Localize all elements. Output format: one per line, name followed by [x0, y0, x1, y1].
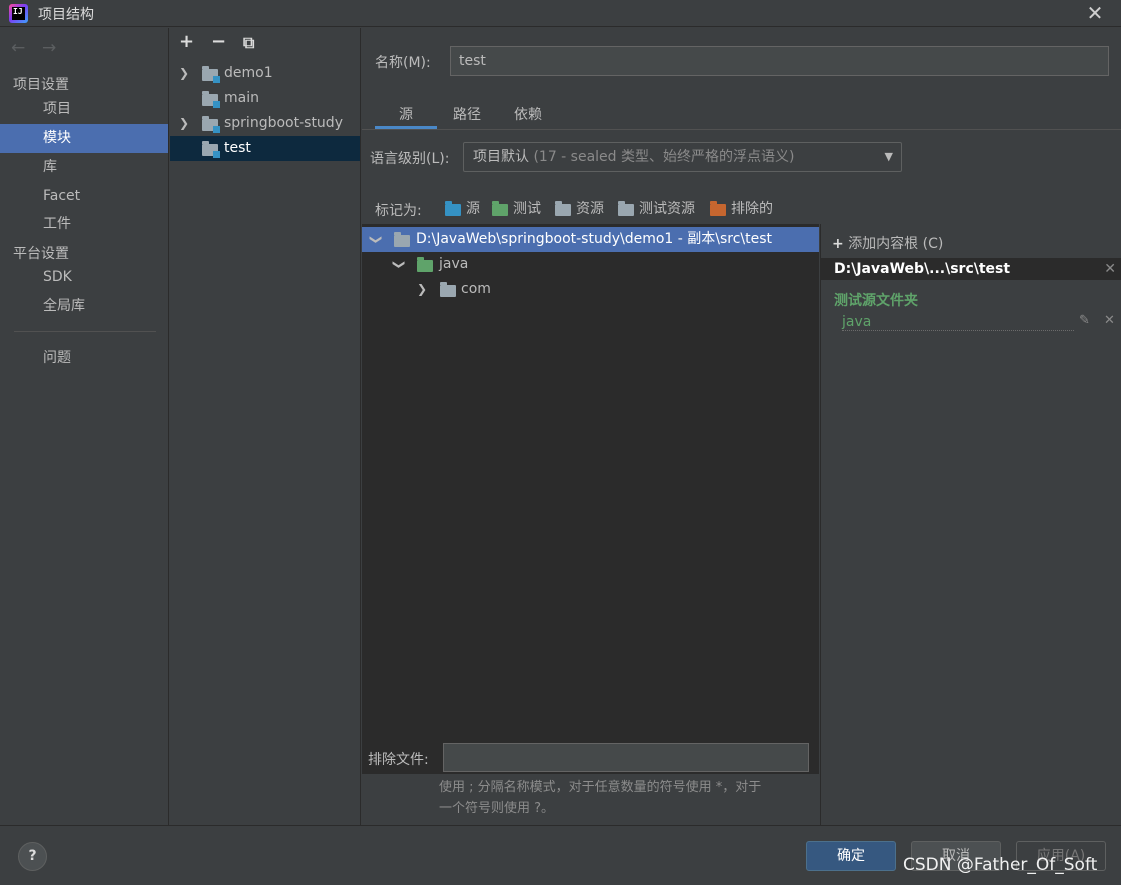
name-label: 名称(M):: [375, 55, 431, 71]
nav-item-sdk[interactable]: SDK: [0, 263, 168, 292]
module-item-springboot-study[interactable]: ❯ springboot-study: [170, 111, 360, 136]
module-item-test[interactable]: test: [170, 136, 360, 161]
add-content-root-button[interactable]: + 添加内容根 (C): [832, 233, 943, 253]
content-root-header: D:\JavaWeb\...\src\test ✕: [821, 258, 1121, 280]
content-roots-panel: + 添加内容根 (C) D:\JavaWeb\...\src\test ✕ 测试…: [820, 224, 1121, 825]
module-item-main[interactable]: main: [170, 86, 360, 111]
watermark: CSDN @Father_Of_Soft: [903, 855, 1098, 875]
module-folder-icon: [202, 91, 220, 108]
chevron-right-icon[interactable]: ❯: [179, 111, 189, 136]
chevron-right-icon[interactable]: ❯: [179, 61, 189, 86]
exclude-hint-line1: 使用 ; 分隔名称模式，对于任意数量的符号使用 *，对于: [439, 780, 762, 795]
language-level-label: 语言级别(L):: [370, 151, 450, 167]
help-button[interactable]: ?: [18, 842, 47, 871]
close-window-button[interactable]: ✕: [1083, 1, 1107, 25]
exclude-files-input[interactable]: [443, 743, 809, 772]
nav-divider: [14, 331, 156, 332]
module-name-input[interactable]: test: [450, 46, 1109, 76]
excluded-folder-icon: [710, 201, 726, 216]
nav-item-artifacts[interactable]: 工件: [0, 210, 168, 239]
remove-content-root-icon[interactable]: ✕: [1104, 258, 1116, 280]
test-sources-title: 测试源文件夹: [834, 293, 918, 309]
chevron-down-icon[interactable]: ❯: [364, 234, 389, 244]
mark-sources-button[interactable]: 源: [445, 200, 480, 218]
package-icon: [440, 282, 456, 297]
sources-folder-icon: [445, 201, 461, 216]
mark-test-resources-button[interactable]: 测试资源: [618, 200, 695, 218]
dropdown-arrow-icon: ▼: [884, 150, 893, 163]
title-bar: IJ 项目结构 ✕: [0, 0, 1121, 27]
tree-java-row[interactable]: ❯ java: [362, 252, 819, 277]
nav-item-global-libraries[interactable]: 全局库: [0, 292, 168, 321]
dialog-footer: ? 确定 取消 应用(A) CSDN @Father_Of_Soft: [0, 825, 1121, 885]
tree-com-row[interactable]: ❯ com: [362, 277, 819, 302]
section-project-settings: 项目设置: [13, 77, 69, 93]
module-folder-icon: [202, 116, 220, 133]
remove-module-button[interactable]: −: [211, 31, 226, 52]
copy-module-button[interactable]: ⧉: [243, 33, 254, 53]
tests-folder-icon: [492, 201, 508, 216]
tabs-divider: [362, 129, 1121, 130]
ok-button[interactable]: 确定: [806, 841, 896, 871]
module-folder-icon: [202, 66, 220, 83]
plus-icon: +: [832, 236, 844, 252]
forward-arrow-icon[interactable]: →: [42, 38, 56, 58]
mark-tests-button[interactable]: 测试: [492, 200, 541, 218]
tab-dependencies[interactable]: 依赖: [514, 104, 542, 124]
module-item-demo1[interactable]: ❯ demo1: [170, 61, 360, 86]
exclude-files-label: 排除文件:: [368, 752, 429, 768]
chevron-right-icon[interactable]: ❯: [417, 277, 427, 302]
section-platform-settings: 平台设置: [13, 246, 69, 262]
source-tree: ❯ D:\JavaWeb\springboot-study\demo1 - 副本…: [362, 224, 819, 774]
mark-excluded-button[interactable]: 排除的: [710, 200, 773, 218]
add-module-button[interactable]: +: [179, 31, 194, 52]
mark-as-label: 标记为:: [375, 203, 422, 219]
nav-item-facet[interactable]: Facet: [0, 182, 168, 211]
edit-pencil-icon[interactable]: ✎: [1079, 313, 1090, 328]
exclude-hint-line2: 一个符号则使用 ?。: [439, 801, 555, 816]
nav-item-problems[interactable]: 问题: [0, 344, 168, 373]
modules-panel: + − ⧉ ❯ demo1 main ❯ springboot-study te…: [170, 28, 361, 825]
chevron-down-icon[interactable]: ❯: [387, 259, 412, 269]
module-folder-icon: [202, 141, 220, 158]
nav-item-project[interactable]: 项目: [0, 95, 168, 124]
tab-sources[interactable]: 源: [399, 104, 413, 124]
tab-paths[interactable]: 路径: [453, 104, 481, 124]
window-title: 项目结构: [38, 7, 94, 23]
test-resources-folder-icon: [618, 201, 634, 216]
module-settings: 名称(M): test 源 路径 依赖 语言级别(L): 项目默认 (17 - …: [362, 28, 1121, 825]
intellij-logo-icon: IJ: [9, 4, 28, 23]
nav-item-modules[interactable]: 模块: [0, 124, 168, 153]
resources-folder-icon: [555, 201, 571, 216]
language-level-select[interactable]: 项目默认 (17 - sealed 类型、始终严格的浮点语义) ▼: [463, 142, 902, 172]
folder-icon: [394, 232, 410, 247]
test-folder-icon: [417, 257, 433, 272]
back-arrow-icon[interactable]: ←: [11, 38, 25, 58]
test-source-entry: java: [842, 314, 1074, 331]
mark-resources-button[interactable]: 资源: [555, 200, 604, 218]
remove-source-icon[interactable]: ✕: [1104, 313, 1115, 328]
settings-nav: ← → 项目设置 项目 模块 库 Facet 工件 平台设置 SDK 全局库 问…: [0, 28, 169, 825]
tree-root-row[interactable]: ❯ D:\JavaWeb\springboot-study\demo1 - 副本…: [362, 227, 819, 252]
nav-item-libraries[interactable]: 库: [0, 153, 168, 182]
